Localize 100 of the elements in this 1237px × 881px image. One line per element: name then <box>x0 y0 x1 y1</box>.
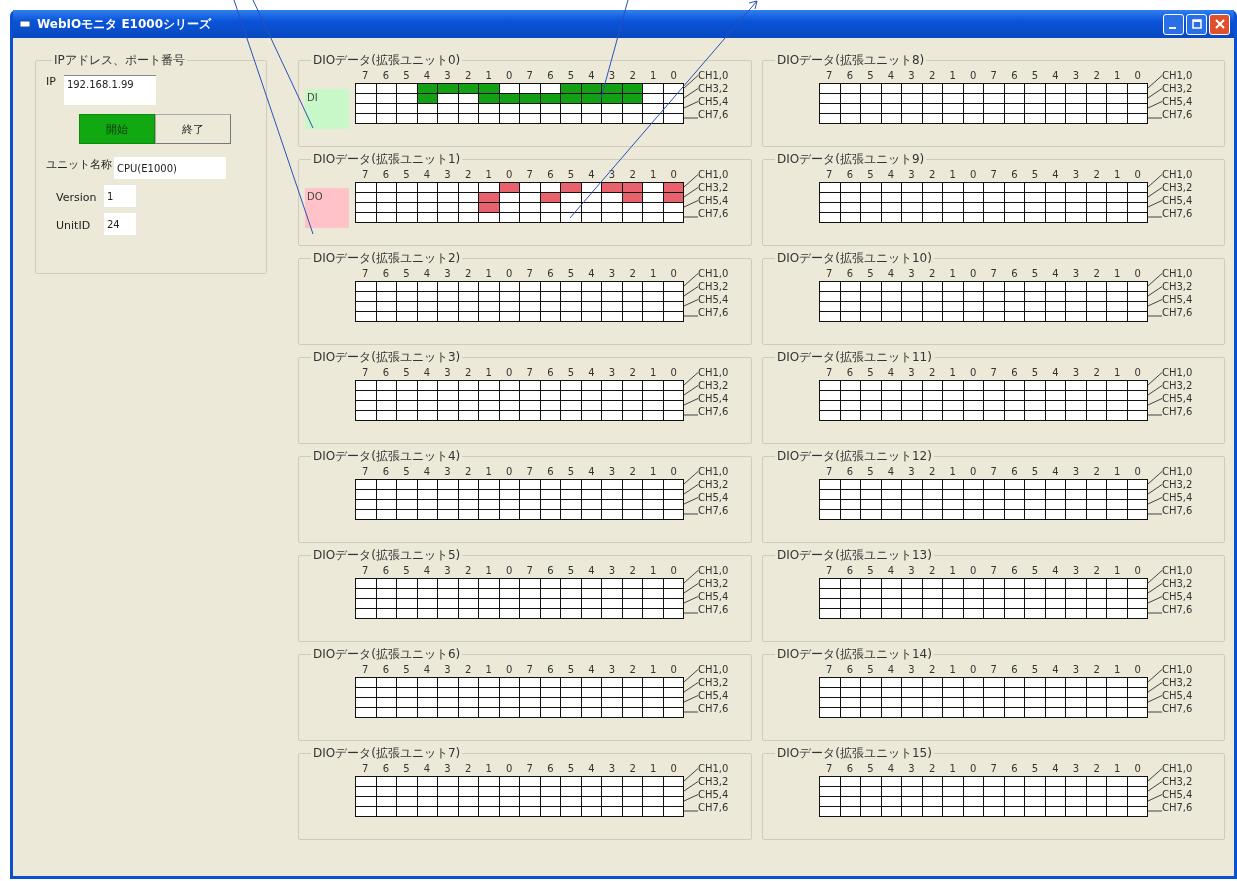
command-button[interactable]: 開始 <box>79 114 155 144</box>
version-label: Version <box>56 190 98 204</box>
bit-label: 7 <box>361 366 370 380</box>
bit-label: 3 <box>443 168 452 182</box>
channel-label: CH5,4 <box>698 95 729 108</box>
connector-line <box>1148 286 1162 297</box>
channel-label: CH3,2 <box>698 775 729 788</box>
connector-line <box>684 75 698 89</box>
channel-label: CH3,2 <box>1162 379 1193 392</box>
bit-label: 6 <box>381 564 391 578</box>
connector-line <box>1148 794 1162 802</box>
bit-label: 4 <box>587 564 596 578</box>
bit-label: 7 <box>825 762 834 776</box>
channel-label: CH1,0 <box>698 663 729 676</box>
bit-label: 7 <box>825 564 834 578</box>
bit-label: 0 <box>505 465 514 479</box>
channel-label: CH1,0 <box>698 366 729 379</box>
bit-label: 5 <box>566 366 576 380</box>
connector-line <box>684 497 698 505</box>
bit-label: 0 <box>1133 69 1142 83</box>
bit-label: 7 <box>825 69 834 83</box>
unit-title: DIOデータ(拡張ユニット6) <box>312 646 462 663</box>
connector-line <box>684 101 698 109</box>
unit-title: DIOデータ(拡張ユニット13) <box>776 547 933 564</box>
bit-label: 3 <box>607 69 617 83</box>
command-button[interactable]: 終了 <box>155 114 231 144</box>
bit-label: 2 <box>628 564 637 578</box>
minimize-button[interactable] <box>1163 13 1184 35</box>
bit-label: 0 <box>505 762 514 776</box>
connector-line <box>1148 612 1162 614</box>
bit-label: 6 <box>381 69 391 83</box>
connector-line <box>684 669 698 683</box>
bit-label: 6 <box>1010 168 1019 182</box>
bit-label: 4 <box>1051 663 1060 677</box>
connector-line <box>684 398 698 406</box>
bit-label: 7 <box>989 663 998 677</box>
bit-label: 5 <box>866 366 875 380</box>
bit-label: 2 <box>628 168 637 182</box>
bit-label: 3 <box>1071 69 1081 83</box>
channel-label: CH3,2 <box>1162 478 1193 491</box>
channel-label: CH7,6 <box>1162 207 1193 220</box>
bit-label: 2 <box>927 663 937 677</box>
channel-label: CH3,2 <box>698 676 729 689</box>
bit-label: 5 <box>866 762 875 776</box>
bit-label: 4 <box>587 69 596 83</box>
bit-label: 7 <box>825 267 834 281</box>
unit-title: DIOデータ(拡張ユニット2) <box>312 250 462 267</box>
bit-label: 0 <box>969 168 978 182</box>
connector-line <box>1148 200 1162 208</box>
channel-label: CH7,6 <box>1162 306 1193 319</box>
bit-label: 1 <box>948 564 957 578</box>
ip-field[interactable]: 192.168.1.99 <box>63 75 156 105</box>
channel-label: CH3,2 <box>698 280 729 293</box>
connector-line <box>684 570 698 584</box>
bit-label: 2 <box>1092 663 1101 677</box>
close-button[interactable] <box>1209 13 1230 35</box>
bit-label: 0 <box>969 465 978 479</box>
bit-label: 0 <box>505 267 514 281</box>
bit-label: 1 <box>648 663 658 677</box>
bit-label: 5 <box>866 465 875 479</box>
bit-label: 4 <box>422 267 432 281</box>
bit-label: 7 <box>989 465 998 479</box>
bit-label: 5 <box>402 366 411 380</box>
bit-label: 5 <box>566 168 576 182</box>
bit-label: 0 <box>1133 168 1142 182</box>
bit-label: 1 <box>484 168 493 182</box>
bit-label: 2 <box>628 663 637 677</box>
bit-label: 2 <box>1092 465 1101 479</box>
bit-label: 3 <box>1071 366 1081 380</box>
bit-label: 3 <box>907 168 916 182</box>
bit-label: 2 <box>463 69 473 83</box>
bit-label: 7 <box>525 663 534 677</box>
channel-label: CH3,2 <box>698 82 729 95</box>
unit-id-field[interactable]: 24 <box>104 213 136 235</box>
unit-title: DIOデータ(拡張ユニット7) <box>312 745 462 762</box>
bit-label: 6 <box>381 465 391 479</box>
connector-line <box>1148 216 1162 218</box>
connector-line <box>1148 117 1162 119</box>
connector-line <box>684 273 698 287</box>
channel-label: CH5,4 <box>1162 293 1193 306</box>
maximize-button[interactable] <box>1186 13 1207 35</box>
unit-name-field[interactable]: CPU(E1000) <box>114 157 226 179</box>
channel-label: CH1,0 <box>1162 663 1193 676</box>
bit-label: 7 <box>361 564 370 578</box>
bit-label: 7 <box>361 663 370 677</box>
bit-label: 7 <box>361 762 370 776</box>
bit-label: 1 <box>648 168 658 182</box>
bit-label: 2 <box>927 465 937 479</box>
bit-label: 6 <box>1010 663 1019 677</box>
bit-label: 5 <box>1030 465 1040 479</box>
connector-line <box>684 711 698 713</box>
bit-label: 0 <box>669 168 678 182</box>
channel-label: CH7,6 <box>698 603 729 616</box>
version-field[interactable]: 1 <box>104 185 136 207</box>
bit-label: 1 <box>1112 762 1122 776</box>
bit-label: 7 <box>989 267 998 281</box>
bit-label: 4 <box>886 762 896 776</box>
connector-line <box>684 174 698 188</box>
bit-label: 2 <box>463 267 473 281</box>
bit-label: 5 <box>1030 366 1040 380</box>
